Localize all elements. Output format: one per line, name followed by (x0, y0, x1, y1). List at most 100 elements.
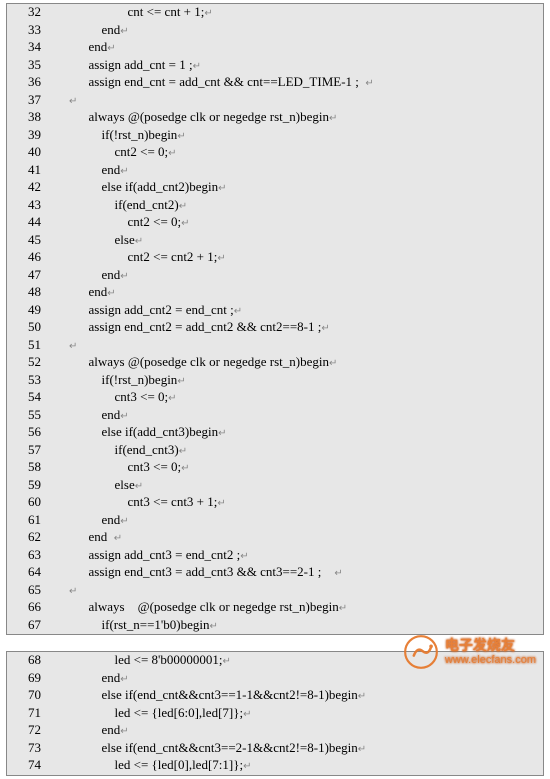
code-line: 52 always @(posedge clk or negedge rst_n… (7, 354, 543, 372)
line-number: 65 (7, 582, 43, 598)
code-text: cnt3 <= 0;↵ (43, 459, 190, 477)
carriage-return-icon: ↵ (339, 603, 347, 614)
carriage-return-icon: ↵ (210, 621, 218, 632)
line-number: 58 (7, 459, 43, 475)
line-number: 69 (7, 670, 43, 686)
code-line: 35 assign add_cnt = 1 ;↵ (7, 57, 543, 75)
line-number: 47 (7, 267, 43, 283)
carriage-return-icon: ↵ (135, 481, 143, 492)
code-text: end↵ (43, 267, 129, 285)
carriage-return-icon: ↵ (168, 148, 176, 159)
code-line: 63 assign add_cnt3 = end_cnt2 ;↵ (7, 547, 543, 565)
code-line: 45 else↵ (7, 232, 543, 250)
line-number: 60 (7, 494, 43, 510)
code-line: 57 if(end_cnt3)↵ (7, 442, 543, 460)
carriage-return-icon: ↵ (69, 96, 77, 107)
code-line: 49 assign add_cnt2 = end_cnt ;↵ (7, 302, 543, 320)
carriage-return-icon: ↵ (120, 674, 128, 685)
code-text: end↵ (43, 284, 116, 302)
code-text: ↵ (43, 92, 77, 110)
line-number: 49 (7, 302, 43, 318)
code-line: 59 else↵ (7, 477, 543, 495)
code-text: else if(add_cnt3)begin↵ (43, 424, 226, 442)
line-number: 48 (7, 284, 43, 300)
carriage-return-icon: ↵ (234, 306, 242, 317)
carriage-return-icon: ↵ (120, 26, 128, 37)
code-text: end↵ (43, 670, 129, 688)
carriage-return-icon: ↵ (217, 253, 225, 264)
code-line: 62 end ↵ (7, 529, 543, 547)
line-number: 74 (7, 757, 43, 773)
line-number: 46 (7, 249, 43, 265)
line-number: 52 (7, 354, 43, 370)
code-text: if(!rst_n)begin↵ (43, 127, 186, 145)
code-line: 54 cnt3 <= 0;↵ (7, 389, 543, 407)
code-line: 73 else if(end_cnt&&cnt3==2-1&&cnt2!=8-1… (7, 740, 543, 758)
code-text: cnt3 <= 0;↵ (43, 389, 177, 407)
code-text: end↵ (43, 512, 129, 530)
carriage-return-icon: ↵ (358, 744, 366, 755)
carriage-return-icon: ↵ (218, 428, 226, 439)
line-number: 63 (7, 547, 43, 563)
line-number: 56 (7, 424, 43, 440)
code-line: 44 cnt2 <= 0;↵ (7, 214, 543, 232)
code-line: 37 ↵ (7, 92, 543, 110)
line-number: 70 (7, 687, 43, 703)
carriage-return-icon: ↵ (218, 183, 226, 194)
line-number: 57 (7, 442, 43, 458)
carriage-return-icon: ↵ (329, 113, 337, 124)
code-line: 50 assign end_cnt2 = add_cnt2 && cnt2==8… (7, 319, 543, 337)
carriage-return-icon: ↵ (107, 288, 115, 299)
code-line: 34 end↵ (7, 39, 543, 57)
code-line: 46 cnt2 <= cnt2 + 1;↵ (7, 249, 543, 267)
carriage-return-icon: ↵ (334, 568, 342, 579)
code-text: if(rst_n==1'b0)begin↵ (43, 617, 218, 635)
carriage-return-icon: ↵ (69, 341, 77, 352)
code-line: 70 else if(end_cnt&&cnt3==1-1&&cnt2!=8-1… (7, 687, 543, 705)
code-line: 72 end↵ (7, 722, 543, 740)
line-number: 43 (7, 197, 43, 213)
line-number: 66 (7, 599, 43, 615)
code-text: ↵ (43, 337, 77, 355)
code-text: else↵ (43, 232, 143, 250)
line-number: 67 (7, 617, 43, 633)
carriage-return-icon: ↵ (193, 61, 201, 72)
carriage-return-icon: ↵ (365, 78, 373, 89)
carriage-return-icon: ↵ (177, 376, 185, 387)
code-text: cnt3 <= cnt3 + 1;↵ (43, 494, 226, 512)
code-text: else if(add_cnt2)begin↵ (43, 179, 226, 197)
line-number: 34 (7, 39, 43, 55)
line-number: 53 (7, 372, 43, 388)
code-line: 36 assign end_cnt = add_cnt && cnt==LED_… (7, 74, 543, 92)
code-text: else if(end_cnt&&cnt3==1-1&&cnt2!=8-1)be… (43, 687, 366, 705)
code-text: assign end_cnt2 = add_cnt2 && cnt2==8-1 … (43, 319, 330, 337)
elecfans-icon (403, 634, 439, 670)
line-number: 50 (7, 319, 43, 335)
code-text: if(!rst_n)begin↵ (43, 372, 186, 390)
line-number: 62 (7, 529, 43, 545)
code-text: ↵ (43, 582, 77, 600)
code-text: always @(posedge clk or negedge rst_n)be… (43, 109, 337, 127)
line-number: 73 (7, 740, 43, 756)
code-text: end↵ (43, 407, 129, 425)
code-line: 47 end↵ (7, 267, 543, 285)
line-number: 72 (7, 722, 43, 738)
code-text: cnt2 <= cnt2 + 1;↵ (43, 249, 226, 267)
code-line: 69 end↵ (7, 670, 543, 688)
carriage-return-icon: ↵ (179, 201, 187, 212)
carriage-return-icon: ↵ (217, 498, 225, 509)
code-text: cnt <= cnt + 1;↵ (43, 4, 213, 22)
code-line: 60 cnt3 <= cnt3 + 1;↵ (7, 494, 543, 512)
line-number: 55 (7, 407, 43, 423)
carriage-return-icon: ↵ (177, 131, 185, 142)
code-line: 74 led <= {led[0],led[7:1]};↵ (7, 757, 543, 775)
carriage-return-icon: ↵ (240, 551, 248, 562)
carriage-return-icon: ↵ (204, 8, 212, 19)
code-line: 55 end↵ (7, 407, 543, 425)
watermark-cn: 电子发烧友 (445, 638, 536, 653)
code-line: 43 if(end_cnt2)↵ (7, 197, 543, 215)
code-line: 38 always @(posedge clk or negedge rst_n… (7, 109, 543, 127)
code-text: if(end_cnt2)↵ (43, 197, 187, 215)
code-text: cnt2 <= 0;↵ (43, 214, 190, 232)
watermark-logo: 电子发烧友 www.elecfans.com (403, 634, 536, 670)
